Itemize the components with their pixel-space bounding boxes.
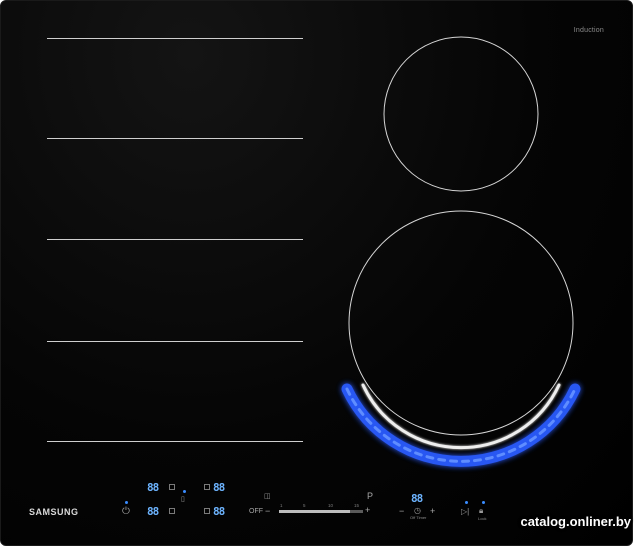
- power-indicator-dot: [125, 501, 128, 504]
- slider-tick-5: 5: [303, 503, 306, 508]
- zone-b-display: 88: [147, 505, 159, 518]
- timer-display: 88: [411, 492, 423, 505]
- induction-hob-surface: Induction SAMSUNG ⏻ 88 88 ▯ 88 88 ◫ OFF …: [0, 0, 633, 546]
- lock-caption: Lock: [478, 516, 487, 521]
- play-pause-indicator-dot: [465, 501, 468, 504]
- samsung-logo: SAMSUNG: [29, 507, 79, 517]
- watermark-text: catalog.onliner.by: [520, 514, 631, 529]
- zone-c-display: 88: [213, 481, 225, 494]
- lock-icon[interactable]: 🔒︎: [479, 506, 483, 515]
- zone-b-select-icon[interactable]: [169, 508, 175, 514]
- zone-a-display: 88: [147, 481, 159, 494]
- timer-caption: Off Timer: [410, 515, 427, 520]
- off-label[interactable]: OFF: [249, 508, 263, 515]
- power-level-slider[interactable]: [279, 510, 363, 513]
- virtual-flame-arc-highlight: [345, 387, 577, 463]
- zone-c-select-icon[interactable]: [204, 484, 210, 490]
- timer-plus-button[interactable]: +: [430, 506, 435, 516]
- power-level-slider-fill: [279, 510, 351, 513]
- virtual-flame-arc: [341, 383, 581, 467]
- bridge-zone-icon[interactable]: ▯: [181, 495, 185, 504]
- slider-minus-button[interactable]: −: [265, 506, 270, 516]
- cooking-zones-graphic: [341, 36, 581, 467]
- timer-minus-button[interactable]: −: [399, 506, 404, 516]
- power-boost-button[interactable]: P: [367, 491, 373, 501]
- timer-clock-icon[interactable]: ◷: [414, 506, 421, 515]
- zone-d-display: 88: [213, 505, 225, 518]
- zone-a-select-icon[interactable]: [169, 484, 175, 490]
- power-icon[interactable]: ⏻: [122, 507, 130, 517]
- zone-indicator-dot: [183, 490, 186, 493]
- zone-d-select-icon[interactable]: [204, 508, 210, 514]
- slider-plus-button[interactable]: +: [365, 505, 370, 515]
- play-pause-icon[interactable]: ▷|: [461, 507, 469, 516]
- slider-tick-10: 10: [328, 503, 334, 508]
- pause-icon[interactable]: ◫: [264, 492, 271, 501]
- slider-tick-15: 15: [354, 503, 360, 508]
- small-cooking-zone: [383, 36, 539, 192]
- lock-indicator-dot: [482, 501, 485, 504]
- large-cooking-zone: [348, 210, 574, 436]
- slider-tick-1: 1: [280, 503, 283, 508]
